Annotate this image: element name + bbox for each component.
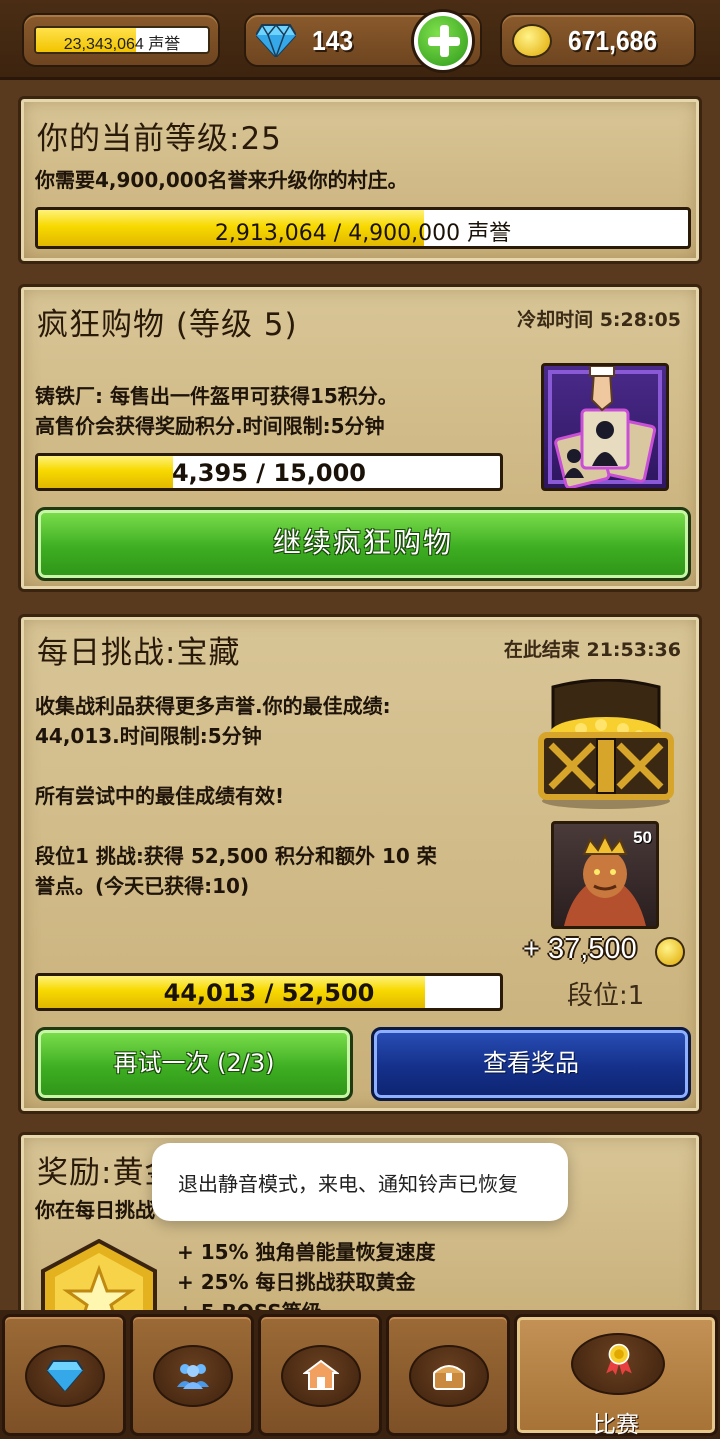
reputation-counter[interactable]: 23,343,064 声誉 <box>22 13 220 67</box>
gold-count: 671,686 <box>568 25 658 56</box>
reputation-bar: 23,343,064 声誉 <box>34 26 210 54</box>
daily-desc-line1: 收集战利品获得更多声誉.你的最佳成绩: <box>35 694 391 718</box>
daily-desc-line4: 段位1 挑战:获得 52,500 积分和额外 10 荣 <box>35 844 437 868</box>
diamond-icon <box>47 1360 83 1391</box>
daily-progress-text: 44,013 / 52,500 <box>163 979 375 1007</box>
nav-tab-shop[interactable] <box>2 1314 126 1436</box>
level-title: 你的当前等级:25 <box>37 121 282 157</box>
rank-label: 段位:1 <box>567 981 645 1011</box>
gold-counter[interactable]: 671,686 <box>500 13 696 67</box>
shopping-desc-line1: 铸铁厂: 每售出一件盔甲可获得15积分。 <box>35 384 398 408</box>
boss-level-badge: 50 <box>633 828 652 847</box>
reputation-text: 23,343,064 声誉 <box>63 36 181 53</box>
retry-button[interactable]: 再试一次 (2/3) <box>35 1027 353 1101</box>
people-icon <box>177 1364 209 1389</box>
add-gems-button[interactable] <box>414 12 472 70</box>
boss-portrait: 50 <box>551 821 659 929</box>
reward-bonus-1: + 15% 独角兽能量恢复速度 <box>177 1240 436 1264</box>
shopping-title: 疯狂购物 (等级 5) <box>37 307 298 343</box>
daily-desc-line5: 誉点。(今天已获得:10) <box>35 874 250 898</box>
daily-title: 每日挑战:宝藏 <box>37 635 241 671</box>
shopping-progress-text: 4,395 / 15,000 <box>171 459 366 487</box>
level-progress-text: 2,913,064 / 4,900,000 声誉 <box>214 221 512 246</box>
daily-progress-bar: 44,013 / 52,500 <box>35 973 503 1011</box>
nav-tab-social[interactable] <box>130 1314 254 1436</box>
nav-tab-village[interactable] <box>258 1314 382 1436</box>
shopping-desc-line2: 高售价会获得奖励积分.时间限制:5分钟 <box>35 414 385 438</box>
village-icon <box>303 1359 339 1390</box>
gold-coin-icon <box>655 937 685 967</box>
daily-challenge-panel: 每日挑战:宝藏 在此结束 21:53:36 收集战利品获得更多声誉.你的最佳成绩… <box>18 614 702 1114</box>
tab-competition-label: 比赛 <box>593 1412 639 1438</box>
silent-mode-toast: 退出静音模式，来电、通知铃声已恢复 <box>152 1143 568 1221</box>
diamond-icon <box>256 23 296 57</box>
bottom-nav: 比赛 <box>0 1310 720 1439</box>
gold-coin-icon <box>512 24 552 58</box>
crazy-shopping-panel: 疯狂购物 (等级 5) 冷却时间 5:28:05 铸铁厂: 每售出一件盔甲可获得… <box>18 284 702 592</box>
daily-ends-timer: 在此结束 21:53:36 <box>503 639 681 661</box>
chest-icon <box>433 1365 465 1390</box>
continue-shopping-button[interactable]: 继续疯狂购物 <box>35 507 691 581</box>
nav-tab-chest[interactable] <box>386 1314 510 1436</box>
gem-count: 143 <box>312 25 354 56</box>
reward-gold-amount: + 37,500 <box>523 933 637 965</box>
daily-desc-line2: 44,013.时间限制:5分钟 <box>35 724 262 748</box>
view-prizes-button[interactable]: 查看奖品 <box>371 1027 691 1101</box>
shopping-card-icon <box>541 363 669 491</box>
reward-bonus-2: + 25% 每日挑战获取黄金 <box>177 1270 416 1294</box>
shopping-progress-bar: 4,395 / 15,000 <box>35 453 503 491</box>
level-progress-bar: 2,913,064 / 4,900,000 声誉 <box>35 207 691 249</box>
level-description: 你需要4,900,000名誉来升级你的村庄。 <box>35 168 408 192</box>
treasure-chest-icon <box>538 679 674 809</box>
daily-desc-line3: 所有尝试中的最佳成绩有效! <box>35 784 285 808</box>
nav-tab-competition[interactable]: 比赛 <box>514 1314 718 1438</box>
top-bar: 23,343,064 声誉 143 671,686 <box>0 0 720 80</box>
shopping-cooldown: 冷却时间 5:28:05 <box>517 309 681 331</box>
medal-icon <box>606 1343 632 1375</box>
level-panel: 你的当前等级:25 你需要4,900,000名誉来升级你的村庄。 2,913,0… <box>18 96 702 264</box>
